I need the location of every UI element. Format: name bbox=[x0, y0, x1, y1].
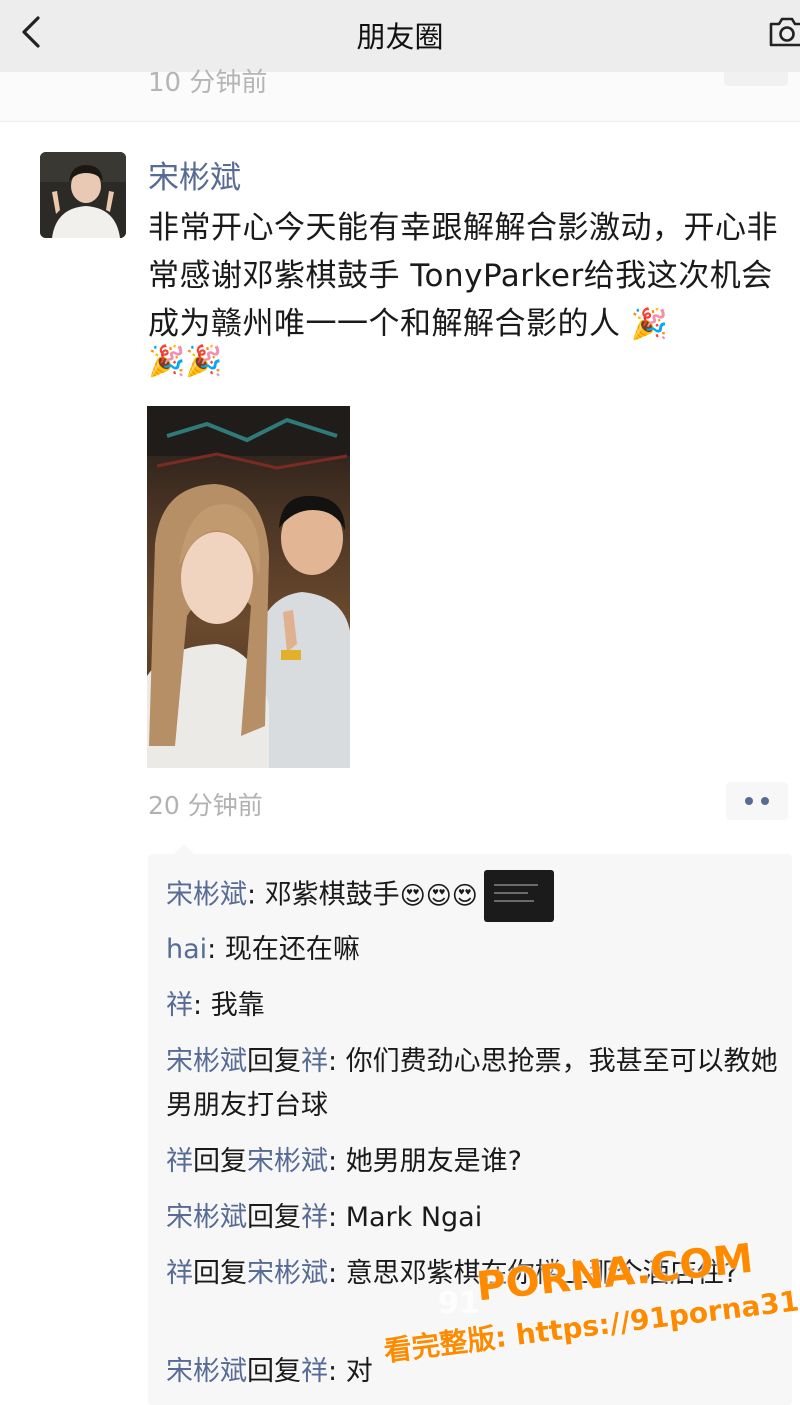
comment-author[interactable]: 祥 bbox=[166, 1146, 193, 1177]
comment-author[interactable]: 宋彬斌 bbox=[166, 1046, 247, 1077]
more-dot-icon bbox=[761, 797, 769, 805]
reply-target[interactable]: 祥 bbox=[301, 1356, 328, 1387]
comment-text: 对 bbox=[345, 1356, 373, 1387]
reply-word: 回复 bbox=[193, 1258, 247, 1289]
post-photo[interactable] bbox=[147, 406, 350, 768]
reply-target[interactable]: 祥 bbox=[301, 1046, 328, 1077]
selfie-image bbox=[147, 406, 350, 768]
party-popper-icon: 🎉 bbox=[630, 307, 669, 342]
avatar-image bbox=[40, 152, 126, 238]
previous-post-time: 10 分钟前 bbox=[148, 68, 268, 98]
comment-author[interactable]: 宋彬斌 bbox=[166, 880, 247, 911]
comment-author[interactable]: 宋彬斌 bbox=[166, 1202, 247, 1233]
comment-text: 她男朋友是谁? bbox=[345, 1146, 523, 1177]
comment-author[interactable]: 宋彬斌 bbox=[166, 1356, 247, 1387]
camera-button[interactable] bbox=[766, 12, 800, 52]
comment-row[interactable]: 宋彬斌回复祥: 你们费劲心思抢票，我甚至可以教她男朋友打台球 bbox=[166, 1040, 782, 1128]
previous-post-more-button[interactable] bbox=[724, 72, 788, 86]
comment-text: Mark Ngai bbox=[345, 1202, 483, 1233]
comment-author[interactable]: hai bbox=[166, 934, 207, 965]
previous-post-strip: 10 分钟前 bbox=[0, 68, 800, 122]
camera-icon bbox=[769, 17, 800, 47]
nav-bar: 朋友圈 bbox=[0, 0, 800, 72]
comment-row[interactable]: 祥: 我靠 bbox=[166, 984, 782, 1028]
post-emoji-line: 🎉🎉 bbox=[148, 344, 223, 379]
comment-row[interactable]: 宋彬斌: 邓紫棋鼓手😍😍😍 bbox=[166, 870, 782, 922]
reply-target[interactable]: 宋彬斌 bbox=[247, 1146, 328, 1177]
comment-text: 邓紫棋鼓手 bbox=[264, 879, 400, 911]
reply-word: 回复 bbox=[193, 1146, 247, 1177]
comment-row[interactable]: 祥回复宋彬斌: 她男朋友是谁? bbox=[166, 1140, 782, 1184]
reply-target[interactable]: 宋彬斌 bbox=[247, 1258, 328, 1289]
comment-image-thumbnail[interactable] bbox=[483, 870, 554, 922]
post-text: 非常开心今天能有幸跟解解合影激动，开心非常感谢邓紫棋鼓手 TonyParker给… bbox=[148, 204, 796, 349]
comment-text: 现在还在嘛 bbox=[224, 934, 360, 965]
comment-author[interactable]: 祥 bbox=[166, 1258, 193, 1289]
page-title: 朋友圈 bbox=[356, 20, 444, 54]
reply-word: 回复 bbox=[247, 1046, 301, 1077]
comment-text: 我靠 bbox=[210, 990, 265, 1021]
reply-word: 回复 bbox=[247, 1202, 301, 1233]
heart-eyes-emoji-icon: 😍😍😍 bbox=[399, 881, 478, 910]
watermark-ghost-text: 91 bbox=[438, 1286, 480, 1321]
comment-row[interactable]: 宋彬斌回复祥: Mark Ngai bbox=[166, 1196, 782, 1240]
post-text-body: 非常开心今天能有幸跟解解合影激动，开心非常感谢邓紫棋鼓手 TonyParker给… bbox=[148, 210, 778, 342]
post-author[interactable]: 宋彬斌 bbox=[148, 152, 241, 197]
post-time: 20 分钟前 bbox=[148, 791, 263, 820]
more-dot-icon bbox=[745, 797, 753, 805]
author-avatar[interactable] bbox=[40, 152, 126, 238]
reply-target[interactable]: 祥 bbox=[301, 1202, 328, 1233]
comment-author[interactable]: 祥 bbox=[166, 990, 193, 1021]
more-actions-button[interactable] bbox=[726, 782, 788, 820]
comment-row[interactable]: hai: 现在还在嘛 bbox=[166, 928, 782, 972]
reply-word: 回复 bbox=[247, 1356, 301, 1387]
